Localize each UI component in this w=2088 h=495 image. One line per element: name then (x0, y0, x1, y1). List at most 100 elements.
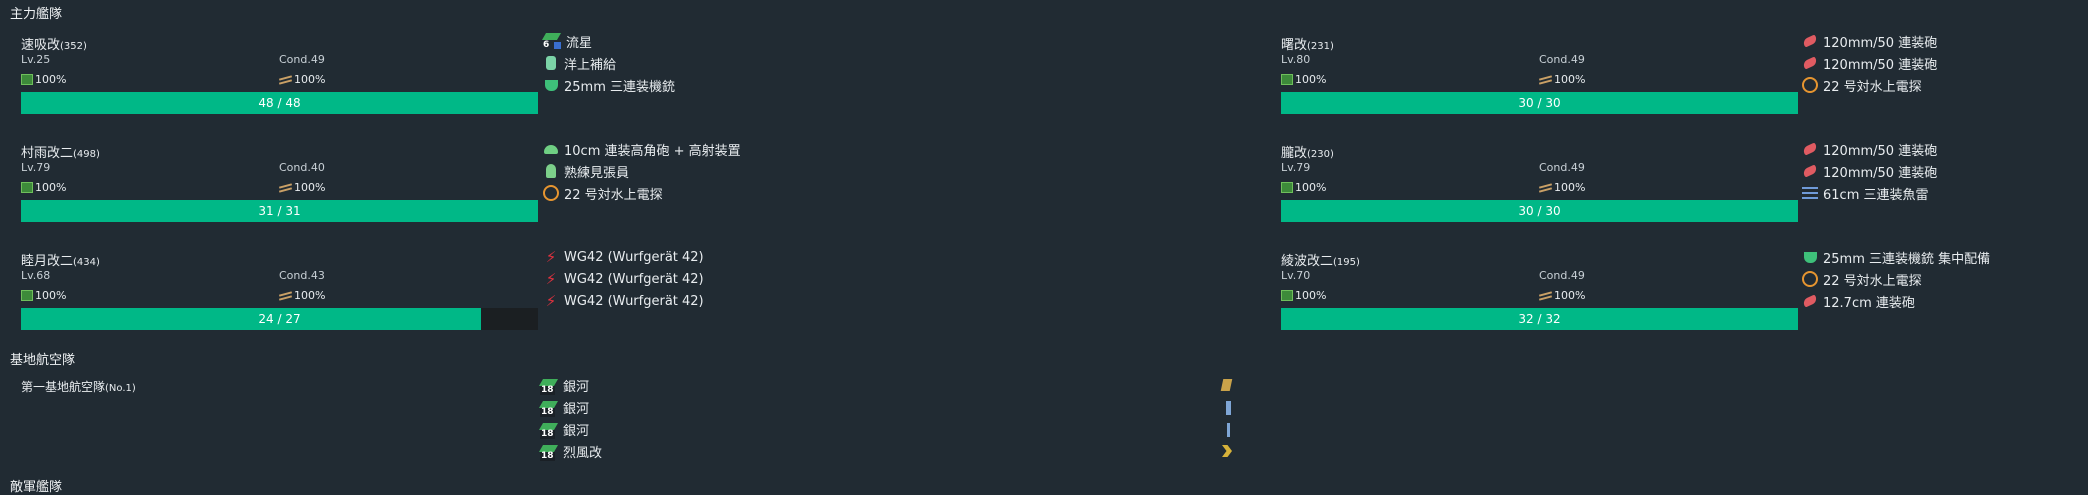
equipment-item: 120mm/50 連装砲 (1801, 141, 1937, 159)
plane-icon: 18 (538, 399, 559, 417)
equipment-label: 25mm 三連装機銃 (564, 79, 676, 95)
equipment-label: WG42 (Wurfgerät 42) (564, 293, 704, 309)
equipment-item: 25mm 三連装機銃 集中配備 (1802, 249, 1991, 267)
equipment-item: 120mm/50 連装砲 (1801, 33, 1937, 51)
equipment-label: 12.7cm 連装砲 (1823, 295, 1915, 311)
ship-card: 睦月改二(434) Lv.68 Cond.43 100% 100% 24 / 2… (21, 250, 541, 332)
air-base-plane: 18 銀河 (538, 421, 602, 439)
ship-level: Lv.68 (21, 269, 51, 282)
ammo-status: 100% (1539, 73, 1585, 86)
plane-icon: 18 (538, 377, 559, 395)
ship-name: 朧改(230) (1281, 146, 1334, 161)
ship-condition: Cond.49 (1539, 53, 1585, 66)
plane-proficiency-marker (1226, 401, 1231, 415)
plane-label: 銀河 (563, 401, 590, 417)
ammo-status: 100% (279, 73, 325, 86)
fuel-icon (1281, 74, 1293, 85)
asw-icon: 6 (541, 33, 562, 50)
radar-icon (1802, 77, 1818, 93)
equipment-label: 120mm/50 連装砲 (1823, 165, 1938, 181)
hp-text: 32 / 32 (1518, 312, 1561, 326)
ship-level: Lv.79 (1281, 161, 1311, 174)
air-base-name: 第一基地航空隊(No.1) (21, 380, 136, 394)
ship-name: 睦月改二(434) (21, 254, 100, 269)
ship-name: 速吸改(352) (21, 38, 87, 53)
equipment-item: 22 号対水上電探 (543, 185, 741, 203)
equipment-item: 22 号対水上電探 (1802, 77, 1937, 95)
equipment-label: 22 号対水上電探 (1823, 79, 1922, 95)
ship-level: Lv.80 (1281, 53, 1311, 66)
equipment-item: 熟練見張員 (543, 163, 741, 181)
equipment-list: 25mm 三連装機銃 集中配備 22 号対水上電探 12.7cm 連装砲 (1801, 249, 1991, 311)
aagun-icon (1804, 252, 1817, 263)
equipment-label: 22 号対水上電探 (564, 187, 663, 203)
ammo-icon (279, 75, 292, 84)
hp-text: 30 / 30 (1518, 204, 1561, 218)
equipment-item: 12.7cm 連装砲 (1801, 293, 1990, 311)
hp-bar: 48 / 48 (21, 92, 538, 114)
equipment-label: 25mm 三連装機銃 集中配備 (1823, 251, 1991, 267)
equipment-item: ⚡ WG42 (Wurfgerät 42) (543, 293, 704, 309)
ammo-icon (279, 291, 292, 300)
ship-card: 村雨改二(498) Lv.79 Cond.40 100% 100% 31 / 3… (21, 142, 541, 224)
ship-card: 速吸改(352) Lv.25 Cond.49 100% 100% 48 / 48 (21, 34, 541, 116)
equipment-label: 22 号対水上電探 (1823, 273, 1922, 289)
equipment-item: ⚡ WG42 (Wurfgerät 42) (543, 249, 704, 265)
ship-card: 朧改(230) Lv.79 Cond.49 100% 100% 30 / 30 (1281, 142, 1801, 224)
gun-icon (1801, 34, 1819, 48)
ammo-status: 100% (279, 181, 325, 194)
equipment-list: 120mm/50 連装砲 120mm/50 連装砲 22 号対水上電探 (1801, 33, 1937, 95)
equipment-list: 6 流星 洋上補給 25mm 三連装機銃 (541, 33, 676, 95)
ammo-icon (1539, 291, 1552, 300)
plane-proficiency-marker (1220, 379, 1233, 391)
ship-condition: Cond.43 (279, 269, 325, 282)
equipment-item: 25mm 三連装機銃 (543, 77, 676, 95)
rocket-icon: ⚡ (545, 270, 557, 288)
air-base-plane: 18 銀河 (538, 399, 602, 417)
equipment-item: 120mm/50 連装砲 (1801, 55, 1937, 73)
ship-level: Lv.25 (21, 53, 51, 66)
ship-name: 曙改(231) (1281, 38, 1334, 53)
plane-icon: 18 (538, 421, 559, 439)
hp-text: 48 / 48 (258, 96, 301, 110)
equipment-label: 10cm 連装高角砲 + 高射装置 (564, 143, 741, 159)
gun-icon (1801, 142, 1819, 156)
aagun-icon (545, 80, 558, 91)
fuel-status: 100% (21, 181, 66, 194)
equipment-item: 61cm 三連装魚雷 (1802, 185, 1937, 203)
equipment-item: 10cm 連装高角砲 + 高射装置 (543, 141, 741, 159)
ammo-status: 100% (279, 289, 325, 302)
fuel-status: 100% (1281, 181, 1326, 194)
air-base-plane: 18 烈風改 (538, 443, 603, 461)
equipment-label: WG42 (Wurfgerät 42) (564, 271, 704, 287)
hagun-icon (544, 145, 558, 154)
air-base-plane: 18 銀河 (538, 377, 602, 395)
hp-bar: 30 / 30 (1281, 200, 1798, 222)
fuel-status: 100% (21, 73, 66, 86)
fuel-icon (21, 182, 33, 193)
rocket-icon: ⚡ (545, 292, 557, 310)
plane-icon: 18 (538, 443, 559, 461)
hp-bar: 31 / 31 (21, 200, 538, 222)
equipment-label: WG42 (Wurfgerät 42) (564, 249, 704, 265)
hp-text: 30 / 30 (1518, 96, 1561, 110)
equipment-label: 熟練見張員 (564, 165, 630, 181)
ammo-icon (1539, 75, 1552, 84)
fuel-status: 100% (1281, 289, 1326, 302)
equipment-list: 120mm/50 連装砲 120mm/50 連装砲 61cm 三連装魚雷 (1801, 141, 1938, 203)
fuel-icon (21, 74, 33, 85)
fuel-icon (1281, 290, 1293, 301)
gun-icon (1801, 294, 1819, 308)
equipment-list: ⚡ WG42 (Wurfgerät 42) ⚡ WG42 (Wurfgerät 42)… (543, 249, 704, 309)
equipment-item: 洋上補給 (543, 55, 675, 73)
hp-bar: 24 / 27 (21, 308, 538, 330)
equipment-label: 洋上補給 (564, 57, 617, 73)
enemy-fleet-title: 敵軍艦隊 (10, 480, 63, 495)
base-air-title: 基地航空隊 (10, 353, 76, 368)
main-fleet-title: 主力艦隊 (10, 7, 63, 22)
hp-text: 31 / 31 (258, 204, 301, 218)
drum-icon (546, 56, 556, 70)
fuel-icon (1281, 182, 1293, 193)
ammo-icon (279, 183, 292, 192)
plane-label: 烈風改 (563, 445, 603, 461)
